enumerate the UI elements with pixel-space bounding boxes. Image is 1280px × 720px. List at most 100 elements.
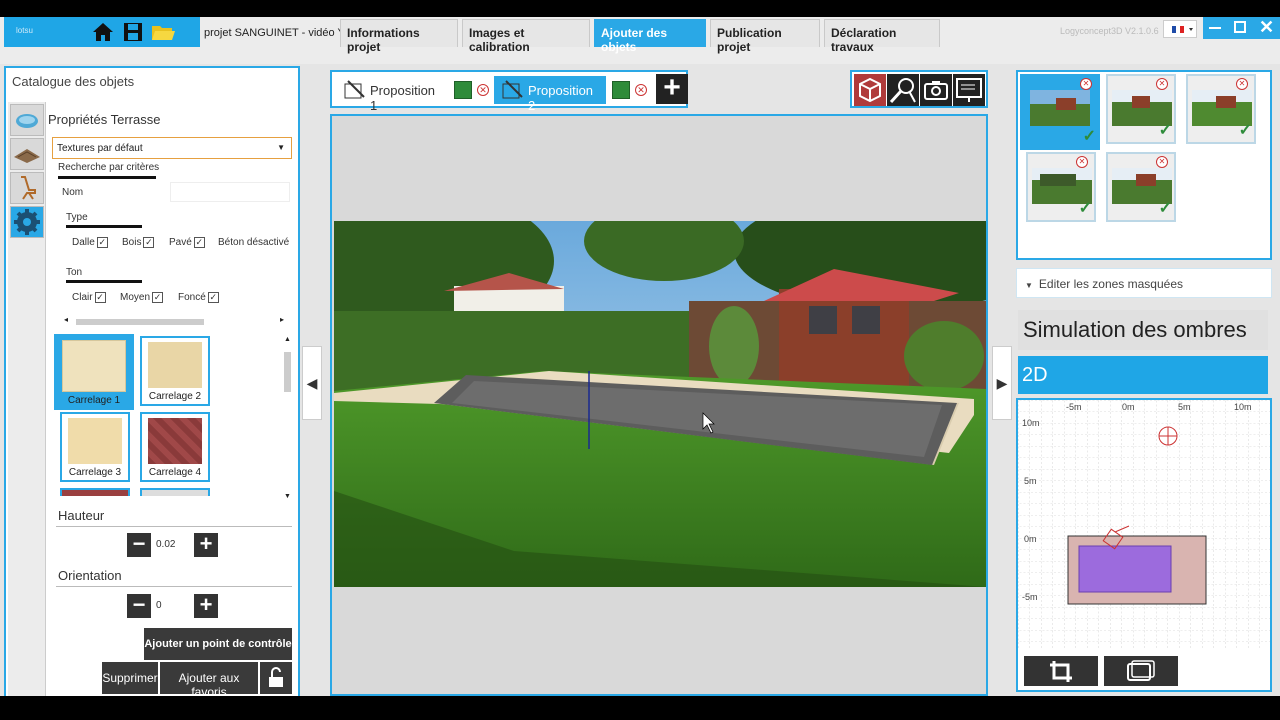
tab-publication-projet[interactable]: Publication projet [710, 19, 820, 54]
hauteur-input[interactable]: 0.02 [154, 533, 190, 557]
gear-icon [14, 209, 40, 235]
category-terrace-tab[interactable] [10, 138, 44, 170]
orientation-minus-button[interactable]: − [127, 594, 151, 618]
thumbnail-1[interactable]: ✕ ✓ [1020, 74, 1100, 150]
ton-clair-option[interactable]: Clair ✓ [72, 292, 106, 303]
tile-label: Carrelage 1 [67, 395, 121, 406]
thumbnail-5[interactable]: ✕ ✓ [1106, 152, 1176, 222]
tile-carrelage-1[interactable]: Carrelage 1 [54, 334, 134, 410]
maximize-icon[interactable] [1234, 21, 1246, 33]
home-icon[interactable] [90, 20, 116, 44]
type-beton-label: Béton désactivé [218, 237, 290, 248]
type-pave-checkbox[interactable]: ✓ [193, 237, 205, 248]
vertical-scroll-thumb[interactable] [284, 352, 291, 392]
calibration-tool[interactable] [887, 74, 919, 106]
scroll-left-icon[interactable]: ◂ [64, 315, 68, 324]
tab-ajouter-objets[interactable]: Ajouter des objets [594, 19, 706, 54]
type-bois-option[interactable]: Bois ✓ [122, 237, 155, 248]
tab-images-calibration[interactable]: Images et calibration [462, 19, 590, 54]
delete-proposition-1-icon[interactable]: ✕ [477, 84, 489, 96]
x-tick-label: 5m [1178, 402, 1191, 412]
garden-photo[interactable] [334, 221, 986, 587]
fullscreen-button[interactable] [1104, 656, 1178, 686]
orientation-plus-button[interactable]: + [194, 594, 218, 618]
add-favorites-button[interactable]: Ajouter aux favoris [160, 662, 258, 699]
ton-fonce-option[interactable]: Foncé ✓ [178, 292, 219, 303]
tile-carrelage-3[interactable]: Carrelage 3 [60, 412, 130, 482]
nom-input[interactable] [170, 182, 290, 202]
orientation-input[interactable]: 0 [154, 594, 190, 618]
ton-clair-checkbox[interactable]: ✓ [94, 292, 106, 303]
remove-thumbnail-icon[interactable]: ✕ [1080, 78, 1092, 90]
type-dalle-checkbox[interactable]: ✓ [96, 237, 108, 248]
ton-label: Ton [66, 267, 83, 278]
horizontal-scroll-thumb[interactable] [76, 319, 204, 325]
remove-thumbnail-icon[interactable]: ✕ [1156, 78, 1168, 90]
thumbnail-3[interactable]: ✕ ✓ [1186, 74, 1256, 144]
close-window-icon[interactable]: ✕ [1259, 17, 1274, 38]
edit-proposition-2-icon[interactable] [612, 81, 630, 99]
remove-thumbnail-icon[interactable]: ✕ [1076, 156, 1088, 168]
add-control-point-button[interactable]: Ajouter un point de contrôle [144, 628, 292, 660]
version-label: Logyconcept3D V2.1.0.6 [1060, 26, 1159, 36]
app-logo: lotsu [16, 26, 33, 35]
thumbnail-4[interactable]: ✕ ✓ [1026, 152, 1096, 222]
check-icon: ✓ [1158, 200, 1172, 217]
edit-proposition-1-icon[interactable] [454, 81, 472, 99]
2d-view-button[interactable]: 2D [1018, 356, 1268, 394]
shadow-simulation-button[interactable]: Simulation des ombres [1018, 310, 1268, 350]
tile-carrelage-2[interactable]: Carrelage 2 [140, 336, 210, 406]
crop-button[interactable] [1024, 656, 1098, 686]
type-dalle-option[interactable]: Dalle ✓ [72, 237, 108, 248]
sun-compass-icon[interactable] [1158, 426, 1178, 446]
view-toolbar [850, 70, 988, 108]
horizontal-scrollbar[interactable]: ◂ ▸ [64, 315, 284, 327]
2d-plan-view[interactable]: -5m 0m 5m 10m 10m 5m 0m -5m [1016, 398, 1272, 692]
hauteur-minus-button[interactable]: − [127, 533, 151, 557]
tab-informations-projet[interactable]: Informations projet [340, 19, 458, 54]
pool-shape[interactable] [1078, 545, 1172, 593]
tile-partial [140, 488, 210, 496]
type-pave-option[interactable]: Pavé ✓ [169, 237, 205, 248]
ton-moyen-checkbox[interactable]: ✓ [152, 292, 164, 303]
scroll-up-icon[interactable]: ▲ [284, 336, 291, 343]
delete-proposition-2-icon[interactable]: ✕ [635, 84, 647, 96]
scene-viewport[interactable] [330, 114, 988, 696]
category-furniture-tab[interactable] [10, 172, 44, 204]
tile-carrelage-4[interactable]: Carrelage 4 [140, 412, 210, 482]
collapse-right-button[interactable]: ▶ [992, 346, 1012, 420]
add-proposition-button[interactable]: + [656, 73, 688, 104]
unlock-button[interactable] [260, 662, 292, 694]
thumbnail-2[interactable]: ✕ ✓ [1106, 74, 1176, 144]
ton-fonce-checkbox[interactable]: ✓ [207, 292, 219, 303]
remove-thumbnail-icon[interactable]: ✕ [1156, 156, 1168, 168]
language-select[interactable] [1163, 20, 1197, 38]
masked-zones-toggle[interactable]: ▼ Editer les zones masquées [1016, 268, 1272, 298]
vertical-scrollbar[interactable]: ▲ ▼ [283, 336, 293, 500]
proposition-1-tab[interactable]: Proposition 1 [336, 76, 448, 113]
texture-select[interactable]: Textures par défaut ▼ [52, 137, 292, 159]
hauteur-divider [56, 526, 292, 527]
category-settings-tab[interactable] [10, 206, 44, 238]
orientation-label: Orientation [58, 568, 122, 583]
collapse-left-button[interactable]: ◀ [302, 346, 322, 420]
hauteur-plus-button[interactable]: + [194, 533, 218, 557]
minimize-icon[interactable] [1209, 27, 1221, 29]
type-beton-option[interactable]: Béton désactivé [218, 237, 289, 248]
ton-moyen-option[interactable]: Moyen ✓ [120, 292, 164, 303]
remove-thumbnail-icon[interactable]: ✕ [1236, 78, 1248, 90]
category-pool-tab[interactable] [10, 104, 44, 136]
scroll-right-icon[interactable]: ▸ [280, 315, 284, 324]
y-tick-label: -5m [1022, 592, 1038, 602]
tab-declaration-travaux[interactable]: Déclaration travaux [824, 19, 940, 54]
scroll-down-icon[interactable]: ▼ [284, 493, 291, 500]
camera-tool[interactable] [920, 74, 952, 106]
3d-cube-tool[interactable] [854, 74, 886, 106]
workspace: Catalogue des objets Propriétés Terrasse… [0, 64, 1280, 700]
type-bois-checkbox[interactable]: ✓ [143, 237, 155, 248]
delete-button[interactable]: Supprimer [102, 662, 158, 694]
save-icon[interactable] [120, 20, 146, 44]
proposition-2-tab[interactable]: Proposition 2 [494, 76, 606, 113]
folder-icon[interactable] [150, 20, 176, 44]
presentation-tool[interactable] [953, 74, 985, 106]
